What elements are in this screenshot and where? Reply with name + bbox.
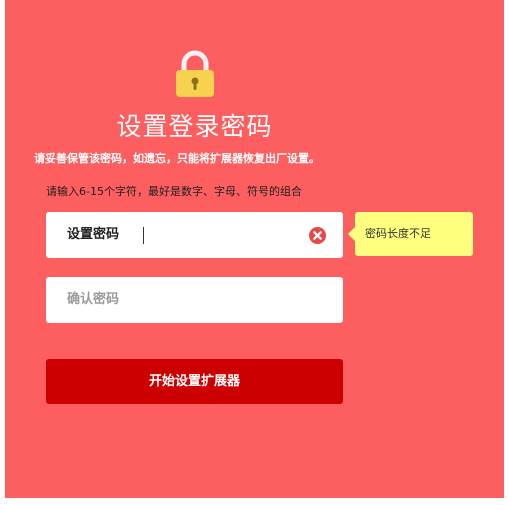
clear-x-icon[interactable] <box>309 227 326 244</box>
confirm-password-placeholder: 确认密码 <box>67 292 120 307</box>
lock-icon <box>176 50 214 97</box>
error-tooltip: 密码长度不足 <box>348 212 473 256</box>
password-hint: 请输入6-15个字符，最好是数字、字母、符号的组合 <box>46 185 302 198</box>
start-setup-button[interactable]: 开始设置扩展器 <box>46 359 343 404</box>
tooltip-arrow <box>348 227 355 241</box>
password-field-label: 设置密码 <box>67 227 120 242</box>
page-title: 设置登录密码 <box>116 112 273 141</box>
password-warning: 请妥善保管该密码，如遗忘，只能将扩展器恢复出厂设置。 <box>34 152 320 165</box>
text-caret <box>143 227 144 244</box>
setup-panel: 设置登录密码 请妥善保管该密码，如遗忘，只能将扩展器恢复出厂设置。 请输入6-1… <box>5 0 504 498</box>
confirm-password-field[interactable]: 确认密码 <box>46 277 343 323</box>
password-field[interactable]: 设置密码 <box>46 212 343 258</box>
tooltip-text: 密码长度不足 <box>365 227 431 240</box>
